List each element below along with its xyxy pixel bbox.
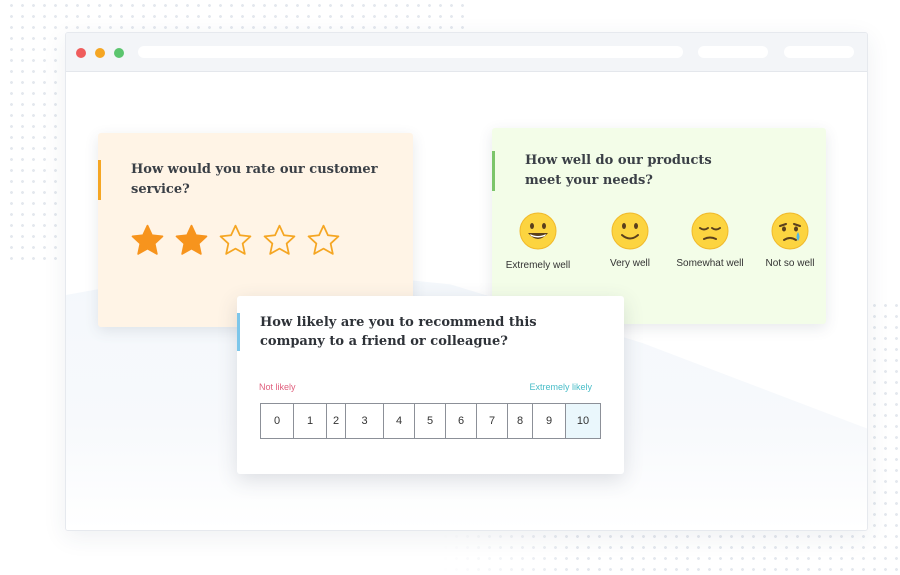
option-label: Somewhat well [676, 258, 744, 269]
option-label: Very well [609, 258, 650, 269]
crying-face-icon [771, 212, 809, 250]
browser-titlebar [66, 33, 867, 72]
star-icon[interactable] [218, 223, 253, 258]
satisfaction-question-card: How well do our products meet your needs… [492, 128, 826, 324]
satisfaction-question-text: How well do our products meet your needs… [492, 151, 745, 191]
scale-option[interactable]: 0 [261, 404, 294, 438]
scale-option[interactable]: 6 [446, 404, 477, 438]
scale-option[interactable]: 1 [294, 404, 327, 438]
grinning-face-icon [519, 212, 557, 250]
star-icon[interactable] [306, 223, 341, 258]
option-very-well[interactable]: Very well [602, 212, 658, 269]
option-not-so-well[interactable]: Not so well [758, 212, 822, 269]
scale-low-label: Not likely [259, 382, 296, 392]
scale-option[interactable]: 5 [415, 404, 446, 438]
toolbar-placeholder-2 [784, 46, 854, 58]
scale-option[interactable]: 2 [327, 404, 346, 438]
scale-option[interactable]: 3 [346, 404, 384, 438]
nps-question-card: How likely are you to recommend this com… [237, 296, 624, 474]
nps-scale: 0 1 2 3 4 5 6 7 8 9 10 [260, 403, 601, 439]
scale-option-selected[interactable]: 10 [566, 404, 600, 438]
minimize-window-dot[interactable] [95, 48, 105, 58]
star-icon[interactable] [174, 223, 209, 258]
scale-option[interactable]: 9 [533, 404, 566, 438]
toolbar-placeholder-1 [698, 46, 768, 58]
rating-question-text: How would you rate our customer service? [98, 160, 381, 200]
maximize-window-dot[interactable] [114, 48, 124, 58]
pensive-face-icon [691, 212, 729, 250]
emoji-options: Extremely well Very well Somewhat well N… [502, 212, 822, 272]
option-somewhat-well[interactable]: Somewhat well [672, 212, 748, 269]
star-rating [130, 223, 341, 258]
scale-high-label: Extremely likely [529, 382, 592, 392]
nps-question-text: How likely are you to recommend this com… [237, 313, 590, 351]
scale-option[interactable]: 4 [384, 404, 415, 438]
scale-option[interactable]: 7 [477, 404, 508, 438]
option-label: Not so well [765, 258, 815, 269]
smiling-face-icon [611, 212, 649, 250]
option-extremely-well[interactable]: Extremely well [502, 212, 574, 271]
star-icon[interactable] [262, 223, 297, 258]
star-icon[interactable] [130, 223, 165, 258]
scale-option[interactable]: 8 [508, 404, 533, 438]
address-bar[interactable] [138, 46, 683, 58]
close-window-dot[interactable] [76, 48, 86, 58]
option-label: Extremely well [505, 260, 571, 271]
